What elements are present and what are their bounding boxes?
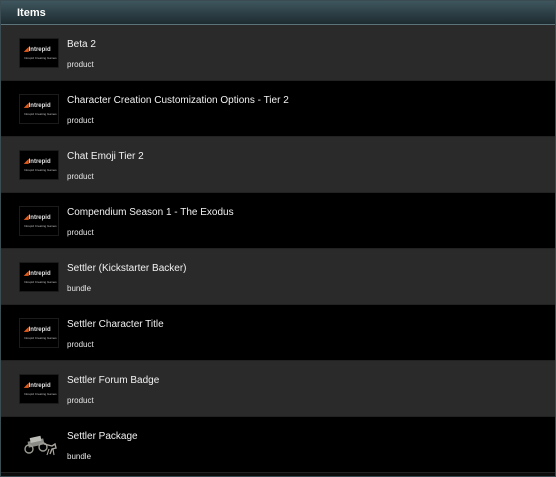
item-name[interactable]: Settler Forum Badge (67, 375, 159, 386)
intrepid-logo-icon: ◢Intrepid Intrepid Creating Games (19, 206, 59, 236)
item-name[interactable]: Chat Emoji Tier 2 (67, 151, 144, 162)
item-name[interactable]: Character Creation Customization Options… (67, 95, 289, 106)
logo-tagline: Intrepid Creating Games (24, 280, 57, 284)
intrepid-logo-icon: ◢Intrepid Intrepid Creating Games (19, 374, 59, 404)
logo-tagline: Intrepid Creating Games (24, 56, 57, 60)
item-row[interactable]: ◢Intrepid Intrepid Creating Games Beta 2… (1, 25, 555, 81)
item-name[interactable]: Settler (Kickstarter Backer) (67, 263, 186, 274)
item-type: product (67, 340, 94, 349)
panel-title: Items (17, 7, 46, 19)
item-row[interactable]: ◢Intrepid Intrepid Creating Games Settle… (1, 361, 555, 417)
item-name[interactable]: Settler Package (67, 431, 138, 442)
items-panel: Items ◢Intrepid Intrepid Creating Games … (0, 0, 556, 477)
item-row[interactable]: ◢Intrepid Intrepid Creating Games Compen… (1, 193, 555, 249)
logo-word: ◢Intrepid (24, 271, 51, 277)
item-row[interactable]: ◢Intrepid Intrepid Creating Games Chat E… (1, 137, 555, 193)
logo-word: ◢Intrepid (24, 383, 51, 389)
item-name[interactable]: Beta 2 (67, 39, 96, 50)
intrepid-logo-icon: ◢Intrepid Intrepid Creating Games (19, 318, 59, 348)
item-type: product (67, 396, 94, 405)
item-type: product (67, 116, 94, 125)
intrepid-logo-icon: ◢Intrepid Intrepid Creating Games (19, 262, 59, 292)
intrepid-logo-icon: ◢Intrepid Intrepid Creating Games (19, 94, 59, 124)
item-type: product (67, 172, 94, 181)
item-type: bundle (67, 284, 92, 293)
logo-word: ◢Intrepid (24, 47, 51, 53)
logo-word: ◢Intrepid (24, 327, 51, 333)
logo-word: ◢Intrepid (24, 103, 51, 109)
item-row[interactable]: ◢Intrepid Intrepid Creating Games Charac… (1, 81, 555, 137)
item-name[interactable]: Compendium Season 1 - The Exodus (67, 207, 234, 218)
logo-tagline: Intrepid Creating Games (24, 168, 57, 172)
intrepid-logo-icon: ◢Intrepid Intrepid Creating Games (19, 150, 59, 180)
logo-tagline: Intrepid Creating Games (24, 112, 57, 116)
item-type: product (67, 60, 94, 69)
logo-word: ◢Intrepid (24, 159, 51, 165)
intrepid-logo-icon: ◢Intrepid Intrepid Creating Games (19, 38, 59, 68)
item-type: product (67, 228, 94, 237)
item-type: bundle (67, 452, 92, 461)
panel-header: Items (1, 1, 555, 25)
wagon-icon (19, 430, 59, 460)
item-row[interactable]: Settler Package bundle (1, 417, 555, 473)
item-name[interactable]: Settler Character Title (67, 319, 164, 330)
logo-tagline: Intrepid Creating Games (24, 392, 57, 396)
item-row[interactable]: ◢Intrepid Intrepid Creating Games Settle… (1, 305, 555, 361)
item-row[interactable]: ◢Intrepid Intrepid Creating Games Settle… (1, 249, 555, 305)
logo-tagline: Intrepid Creating Games (24, 336, 57, 340)
logo-tagline: Intrepid Creating Games (24, 224, 57, 228)
items-list: ◢Intrepid Intrepid Creating Games Beta 2… (1, 25, 555, 473)
logo-word: ◢Intrepid (24, 215, 51, 221)
